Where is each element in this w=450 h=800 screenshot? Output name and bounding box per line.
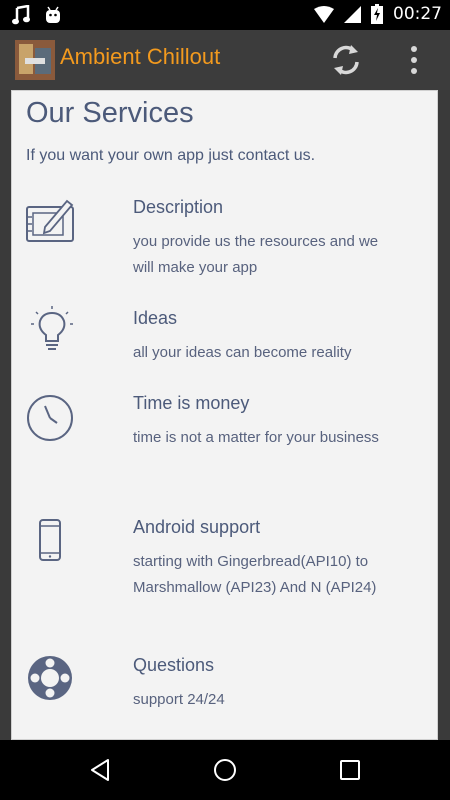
status-bar: 00:27 xyxy=(0,0,450,30)
android-icon xyxy=(46,6,60,23)
service-desc-time: time is not a matter for your business xyxy=(133,429,379,446)
app-bar: Ambient Chillout xyxy=(0,30,450,90)
services-card: Our Services If you want your own app ju… xyxy=(11,90,438,740)
signal-icon xyxy=(344,5,361,23)
navigation-bar xyxy=(0,740,450,800)
status-time: 00:27 xyxy=(393,4,442,24)
service-title-time: Time is money xyxy=(133,393,250,413)
music-note-icon xyxy=(12,5,30,25)
overflow-menu-icon[interactable] xyxy=(404,44,424,76)
service-desc-questions: support 24/24 xyxy=(133,691,225,708)
recent-apps-icon[interactable] xyxy=(338,758,362,782)
refresh-icon[interactable] xyxy=(330,43,362,77)
tablet-pen-icon xyxy=(26,199,74,242)
clock-icon xyxy=(27,395,73,441)
battery-charging-icon xyxy=(371,4,383,24)
page-title: Our Services xyxy=(26,97,194,129)
service-desc-ideas: all your ideas can become reality xyxy=(133,344,352,361)
service-title-ideas: Ideas xyxy=(133,308,178,328)
back-icon[interactable] xyxy=(88,758,112,782)
wifi-icon xyxy=(314,5,334,23)
phone-icon xyxy=(39,519,61,561)
service-title-questions: Questions xyxy=(133,655,215,675)
app-title: Ambient Chillout xyxy=(60,44,221,69)
page-subtitle: If you want your own app just contact us… xyxy=(26,147,316,164)
lifebuoy-icon xyxy=(28,656,72,700)
service-desc-android: starting with Gingerbread(API10) to Mars… xyxy=(133,553,377,596)
service-desc-description: you provide us the resources and we will… xyxy=(133,233,379,276)
service-title-description: Description xyxy=(133,197,224,217)
service-title-android: Android support xyxy=(133,517,261,537)
lightbulb-icon xyxy=(31,306,73,350)
home-icon[interactable] xyxy=(213,758,237,782)
app-logo xyxy=(15,40,55,80)
